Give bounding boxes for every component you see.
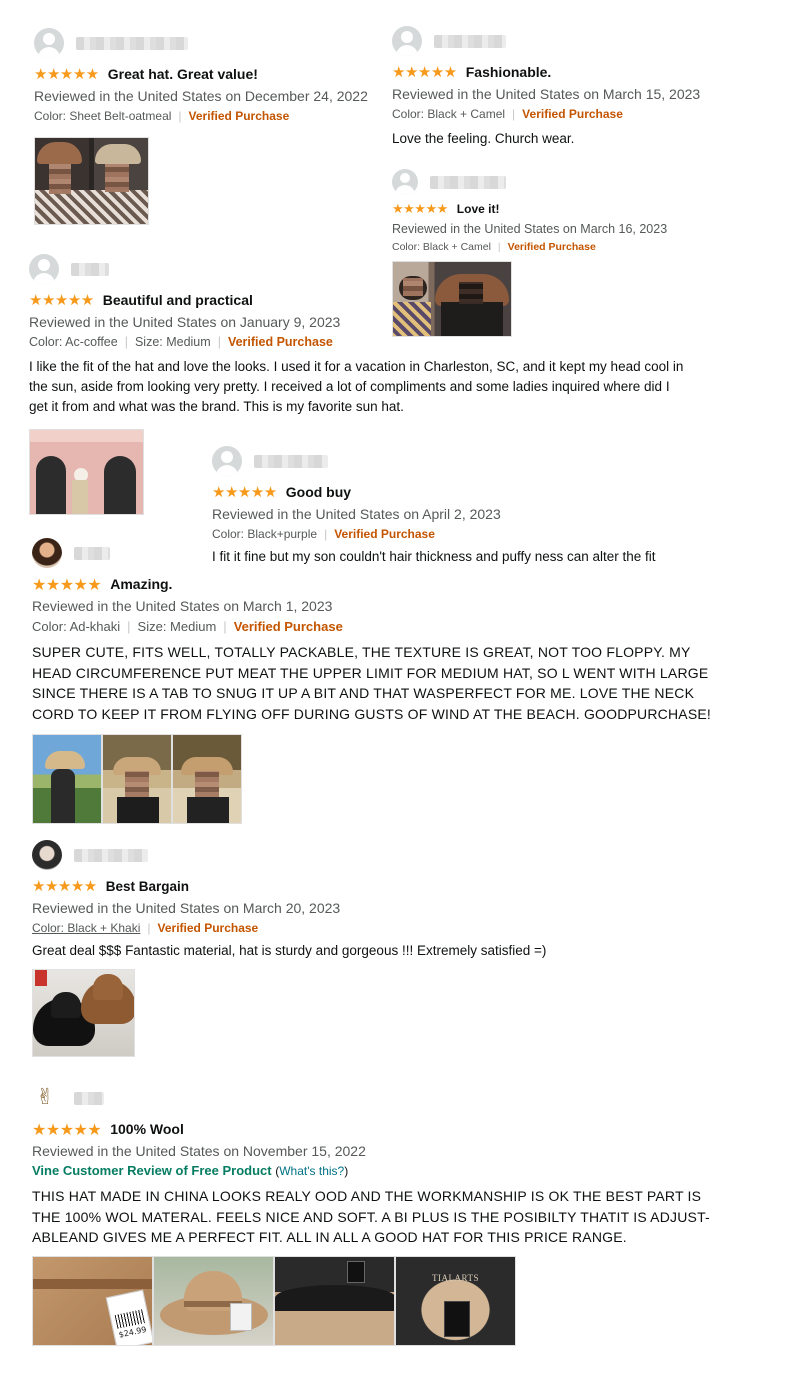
avatar — [29, 254, 59, 284]
color-variant[interactable]: Color: Black + Camel — [392, 107, 505, 121]
review-meta: Color: Sheet Belt-oatmeal | Verified Purch… — [34, 109, 290, 123]
author-name-redacted — [74, 546, 110, 560]
review-meta: Color: Ac-coffee | Size: Medium | Verified P… — [29, 335, 333, 349]
star-rating: ★★★★★ — [34, 65, 99, 83]
review-date: Reviewed in the United States on Decembe… — [34, 88, 368, 104]
review-image[interactable] — [102, 734, 172, 824]
review-image[interactable] — [29, 429, 144, 515]
review-meta: Color: Black + Khaki | Verified Purchase — [32, 921, 259, 935]
review-author[interactable] — [32, 538, 722, 568]
review-images — [34, 137, 384, 225]
review-date: Reviewed in the United States on March 2… — [32, 900, 341, 916]
avatar: ✌ — [32, 1083, 62, 1113]
color-variant[interactable]: Color: Ad-khaki — [32, 619, 120, 634]
star-rating: ★★★★★ — [392, 63, 457, 81]
author-name-redacted — [254, 454, 328, 468]
verified-purchase-badge: Verified Purchase — [522, 107, 623, 121]
review-author[interactable]: ✌ — [32, 1083, 732, 1113]
review-date: Reviewed in the United States on March 1… — [392, 222, 668, 236]
review-text: Great deal $$$ Fantastic material, hat i… — [32, 943, 547, 958]
review: ★★★★★ Great hat. Great value! Reviewed i… — [34, 28, 384, 225]
brand-label: TIALARTS — [432, 1272, 479, 1283]
review-author[interactable] — [32, 840, 722, 870]
author-name-redacted — [76, 36, 188, 50]
verified-purchase-badge: Verified Purchase — [233, 619, 343, 634]
review-title[interactable]: Amazing. — [110, 576, 172, 592]
vine-label: Vine Customer Review of Free Product — [32, 1163, 272, 1178]
review-text: SUPER CUTE, FITS WELL, TOTALLY PACKABLE,… — [32, 644, 712, 722]
review-image[interactable] — [274, 1255, 395, 1346]
review-images — [32, 969, 722, 1057]
color-variant[interactable]: Color: Ac-coffee — [29, 335, 118, 349]
review-author[interactable] — [29, 254, 689, 284]
color-variant[interactable]: Color: Black + Khaki — [32, 921, 140, 935]
review-title[interactable]: Love it! — [457, 202, 500, 216]
review-image[interactable] — [32, 969, 135, 1057]
avatar — [212, 446, 242, 476]
review-date: Reviewed in the United States on March 1… — [392, 86, 701, 102]
size-variant: Size: Medium — [134, 335, 211, 349]
review-image[interactable] — [32, 734, 102, 824]
review-image[interactable] — [153, 1255, 274, 1346]
review: ★★★★★ Best Bargain Reviewed in the Unite… — [32, 840, 722, 1057]
verified-purchase-badge: Verified Purchase — [157, 921, 259, 935]
review-date: Reviewed in the United States on January… — [29, 314, 341, 330]
verified-purchase-badge: Verified Purchase — [507, 241, 596, 253]
review-text: THIS HAT MADE IN CHINA LOOKS REALY OOD A… — [32, 1188, 710, 1245]
avatar — [34, 28, 64, 58]
review-author[interactable] — [34, 28, 384, 58]
author-name-redacted — [434, 34, 506, 48]
avatar — [392, 26, 422, 56]
color-variant[interactable]: Color: Sheet Belt-oatmeal — [34, 109, 171, 123]
author-name-redacted — [74, 1091, 104, 1105]
star-rating: ★★★★★ — [32, 1119, 102, 1139]
review-author[interactable] — [392, 26, 782, 56]
review-date: Reviewed in the United States on April 2… — [212, 506, 501, 522]
review-image[interactable] — [172, 734, 242, 824]
star-rating: ★★★★★ — [212, 483, 277, 501]
star-rating: ★★★★★ — [392, 201, 448, 217]
avatar — [32, 538, 62, 568]
review-author[interactable] — [212, 446, 782, 476]
author-name-redacted — [74, 848, 148, 862]
review-author[interactable] — [392, 168, 782, 196]
review-title[interactable]: Best Bargain — [106, 879, 189, 894]
review-meta: Color: Ad-khaki | Size: Medium | Verified Pu… — [32, 619, 343, 634]
star-rating: ★★★★★ — [29, 291, 94, 309]
review-title[interactable]: Great hat. Great value! — [108, 66, 258, 82]
review: ★★★★★ Fashionable. Reviewed in the Unite… — [392, 26, 782, 149]
author-name-redacted — [71, 262, 109, 276]
review-title[interactable]: Beautiful and practical — [103, 292, 253, 308]
review-title[interactable]: Good buy — [286, 484, 351, 500]
avatar — [32, 840, 62, 870]
review-meta: Color: Black + Camel | Verified Purchase — [392, 107, 623, 121]
review-image[interactable]: $24.99 — [32, 1255, 153, 1346]
review-title[interactable]: Fashionable. — [466, 64, 552, 80]
review-image[interactable] — [34, 137, 149, 225]
peace-hand-icon: ✌ — [36, 1085, 55, 1110]
verified-purchase-badge: Verified Purchase — [188, 109, 290, 123]
review-date: Reviewed in the United States on Novembe… — [32, 1143, 366, 1159]
color-variant[interactable]: Color: Black + Camel — [392, 241, 491, 253]
verified-purchase-badge: Verified Purchase — [227, 335, 333, 349]
review-date: Reviewed in the United States on March 1… — [32, 598, 333, 614]
star-rating: ★★★★★ — [32, 877, 97, 895]
review: ★★★★★ Amazing. Reviewed in the United St… — [32, 538, 722, 824]
review-text: I like the fit of the hat and love the l… — [29, 359, 684, 414]
star-rating: ★★★★★ — [32, 574, 102, 594]
review-meta: Color: Black + Camel | Verified Purchase — [392, 241, 596, 253]
whats-this-link[interactable]: What's this? — [279, 1164, 344, 1178]
vine-review-badge: Vine Customer Review of Free Product (Wh… — [32, 1163, 349, 1178]
review-images: $24.99 TIALARTS — [32, 1255, 732, 1346]
review: ✌ ★★★★★ 100% Wool Reviewed in the United… — [32, 1083, 732, 1346]
author-name-redacted — [430, 175, 506, 189]
review-image[interactable]: TIALARTS — [395, 1255, 516, 1346]
size-variant: Size: Medium — [137, 619, 217, 634]
review-text: Love the feeling. Church wear. — [392, 131, 575, 146]
review-images — [32, 734, 722, 824]
avatar — [392, 169, 418, 195]
review-title[interactable]: 100% Wool — [110, 1121, 184, 1137]
